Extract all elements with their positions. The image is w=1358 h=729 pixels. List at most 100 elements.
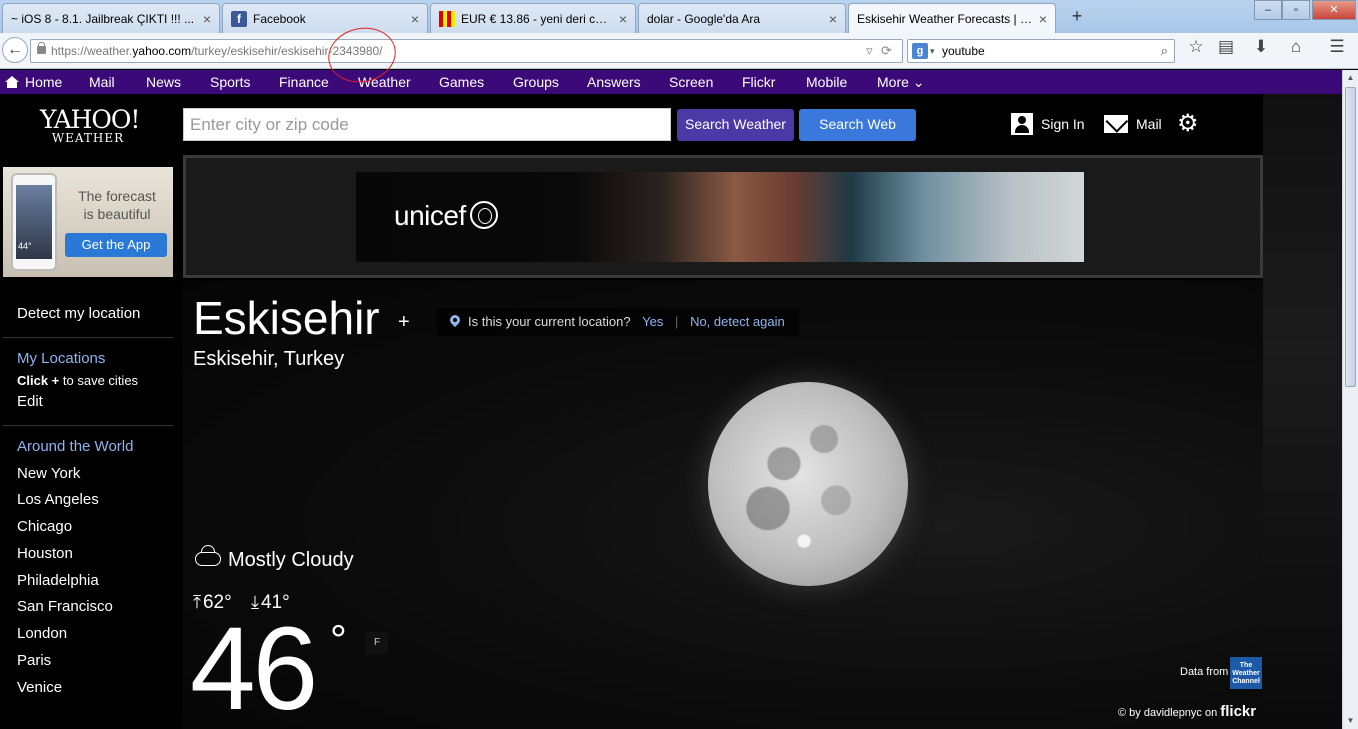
- close-icon[interactable]: ×: [1039, 11, 1047, 27]
- close-icon[interactable]: ×: [829, 11, 837, 27]
- close-icon[interactable]: ×: [411, 11, 419, 27]
- phone-image: 44°: [11, 173, 57, 271]
- divider: [3, 425, 173, 426]
- chevron-down-icon[interactable]: ▾: [930, 40, 935, 62]
- city-link-los-angeles[interactable]: Los Angeles: [17, 491, 99, 508]
- url-bar[interactable]: https://weather.yahoo.com/turkey/eskiseh…: [30, 39, 903, 63]
- url-prefix: https://weather.: [51, 44, 133, 58]
- unicef-logo: unicef: [394, 200, 498, 232]
- nav-answers[interactable]: Answers: [587, 74, 641, 90]
- nav-finance[interactable]: Finance: [279, 74, 329, 90]
- nav-weather[interactable]: Weather: [358, 74, 411, 90]
- detect-again-link[interactable]: No, detect again: [690, 314, 785, 329]
- data-source-label: Data from: [1180, 666, 1229, 678]
- window-close-button[interactable]: ✕: [1312, 0, 1356, 20]
- search-bar[interactable]: g ▾ youtube ⌕: [907, 39, 1175, 63]
- download-icon[interactable]: ⬇: [1250, 37, 1272, 59]
- minimize-button[interactable]: –: [1254, 0, 1282, 20]
- browser-nav-bar: ← https://weather.yahoo.com/turkey/eskis…: [0, 33, 1358, 69]
- menu-icon[interactable]: ☰: [1326, 37, 1348, 59]
- yahoo-nav: Home Mail News Sports Finance Weather Ga…: [0, 70, 1342, 94]
- new-tab-button[interactable]: +: [1066, 6, 1088, 28]
- scroll-up-icon[interactable]: ▲: [1343, 70, 1358, 86]
- moon-image: [708, 382, 908, 586]
- close-icon[interactable]: ×: [203, 11, 211, 27]
- get-app-ad[interactable]: 44° The forecast is beautiful Get the Ap…: [3, 167, 173, 277]
- browser-tab-facebook[interactable]: f Facebook ×: [222, 3, 428, 33]
- weather-condition: Mostly Cloudy: [228, 549, 354, 571]
- browser-tab-bar: ~ iOS 8 - 8.1. Jailbreak ÇIKTI !!! ... ×…: [0, 0, 1358, 34]
- location-pin-icon: [447, 312, 463, 328]
- weather-channel-logo[interactable]: The Weather Channel: [1230, 657, 1262, 689]
- city-link-paris[interactable]: Paris: [17, 652, 51, 669]
- search-icon[interactable]: ⌕: [1161, 40, 1168, 62]
- lock-icon: [37, 42, 46, 54]
- city-link-houston[interactable]: Houston: [17, 545, 73, 562]
- nav-mobile[interactable]: Mobile: [806, 74, 847, 90]
- nav-sports[interactable]: Sports: [210, 74, 250, 90]
- tab-title: Facebook: [253, 11, 306, 26]
- facebook-icon: f: [231, 10, 247, 27]
- unit-toggle[interactable]: F: [366, 632, 388, 654]
- city-link-san-francisco[interactable]: San Francisco: [17, 598, 113, 615]
- city-link-venice[interactable]: Venice: [17, 679, 62, 696]
- nav-games[interactable]: Games: [439, 74, 484, 90]
- add-location-icon[interactable]: +: [398, 310, 410, 334]
- my-locations-heading[interactable]: My Locations: [17, 350, 105, 367]
- yahoo-weather-logo[interactable]: YAHOO! WEATHER: [40, 107, 140, 144]
- get-app-button[interactable]: Get the App: [65, 233, 167, 257]
- scroll-thumb[interactable]: [1345, 87, 1356, 387]
- cloud-icon: [195, 552, 221, 566]
- current-temperature: 46: [190, 603, 318, 729]
- nav-screen[interactable]: Screen: [669, 74, 713, 90]
- home-icon[interactable]: ⌂: [1285, 37, 1307, 59]
- mail-icon: [1104, 115, 1128, 133]
- nav-news[interactable]: News: [146, 74, 181, 90]
- search-web-button[interactable]: Search Web: [799, 109, 916, 141]
- city-link-london[interactable]: London: [17, 625, 67, 642]
- browser-tab-ios[interactable]: ~ iOS 8 - 8.1. Jailbreak ÇIKTI !!! ... ×: [2, 3, 220, 33]
- search-weather-button[interactable]: Search Weather: [677, 109, 794, 141]
- browser-tab-weather[interactable]: Eskisehir Weather Forecasts | M... ×: [848, 3, 1056, 34]
- back-button[interactable]: ←: [2, 37, 28, 63]
- city-link-philadelphia[interactable]: Philadelphia: [17, 572, 99, 589]
- sign-in-link[interactable]: Sign In: [1011, 112, 1085, 136]
- nav-flickr[interactable]: Flickr: [742, 74, 775, 90]
- degree-symbol: °: [330, 616, 347, 663]
- nav-more[interactable]: More ⌄: [877, 74, 925, 91]
- nav-mail[interactable]: Mail: [89, 74, 115, 90]
- location-prompt: Is this your current location? Yes | No,…: [436, 308, 799, 336]
- nav-groups[interactable]: Groups: [513, 74, 559, 90]
- url-dropdown-icon[interactable]: ▿: [866, 40, 873, 62]
- city-link-new-york[interactable]: New York: [17, 465, 80, 482]
- detect-location-link[interactable]: Detect my location: [17, 305, 140, 322]
- maximize-button[interactable]: ▫: [1282, 0, 1310, 20]
- edit-locations-link[interactable]: Edit: [17, 393, 43, 410]
- city-search-input[interactable]: Enter city or zip code: [183, 108, 671, 141]
- home-icon: [5, 76, 19, 88]
- location-yes-link[interactable]: Yes: [642, 314, 663, 329]
- mail-link[interactable]: Mail: [1104, 112, 1162, 136]
- bookmark-star-icon[interactable]: ☆: [1185, 37, 1207, 59]
- scroll-down-icon[interactable]: ▼: [1343, 713, 1358, 729]
- search-input[interactable]: youtube: [942, 44, 985, 58]
- divider: [3, 337, 173, 338]
- unicef-banner[interactable]: unicef: [356, 172, 1084, 262]
- around-world-heading[interactable]: Around the World: [17, 438, 133, 455]
- page-scrollbar[interactable]: ▲ ▼: [1342, 70, 1358, 729]
- city-name: Eskisehir: [193, 292, 380, 344]
- flag-icon: [439, 10, 455, 27]
- url-path: /turkey/eskisehir/eskisehir-2343980/: [191, 44, 383, 58]
- reload-icon[interactable]: ⟳: [881, 40, 892, 62]
- reading-list-icon[interactable]: ▤: [1215, 37, 1237, 59]
- globe-icon: [469, 201, 498, 229]
- photo-credit[interactable]: © by davidlepnyc on flickr: [1118, 703, 1256, 720]
- chevron-down-icon: ⌄: [912, 74, 925, 90]
- city-link-chicago[interactable]: Chicago: [17, 518, 72, 535]
- gear-icon[interactable]: ⚙: [1177, 110, 1199, 138]
- user-icon: [1011, 113, 1033, 135]
- nav-home[interactable]: Home: [5, 74, 62, 90]
- browser-tab-google[interactable]: dolar - Google'da Ara ×: [638, 3, 846, 33]
- close-icon[interactable]: ×: [619, 11, 627, 27]
- browser-tab-eur[interactable]: EUR € 13.86 - yeni deri cüz... ×: [430, 3, 636, 33]
